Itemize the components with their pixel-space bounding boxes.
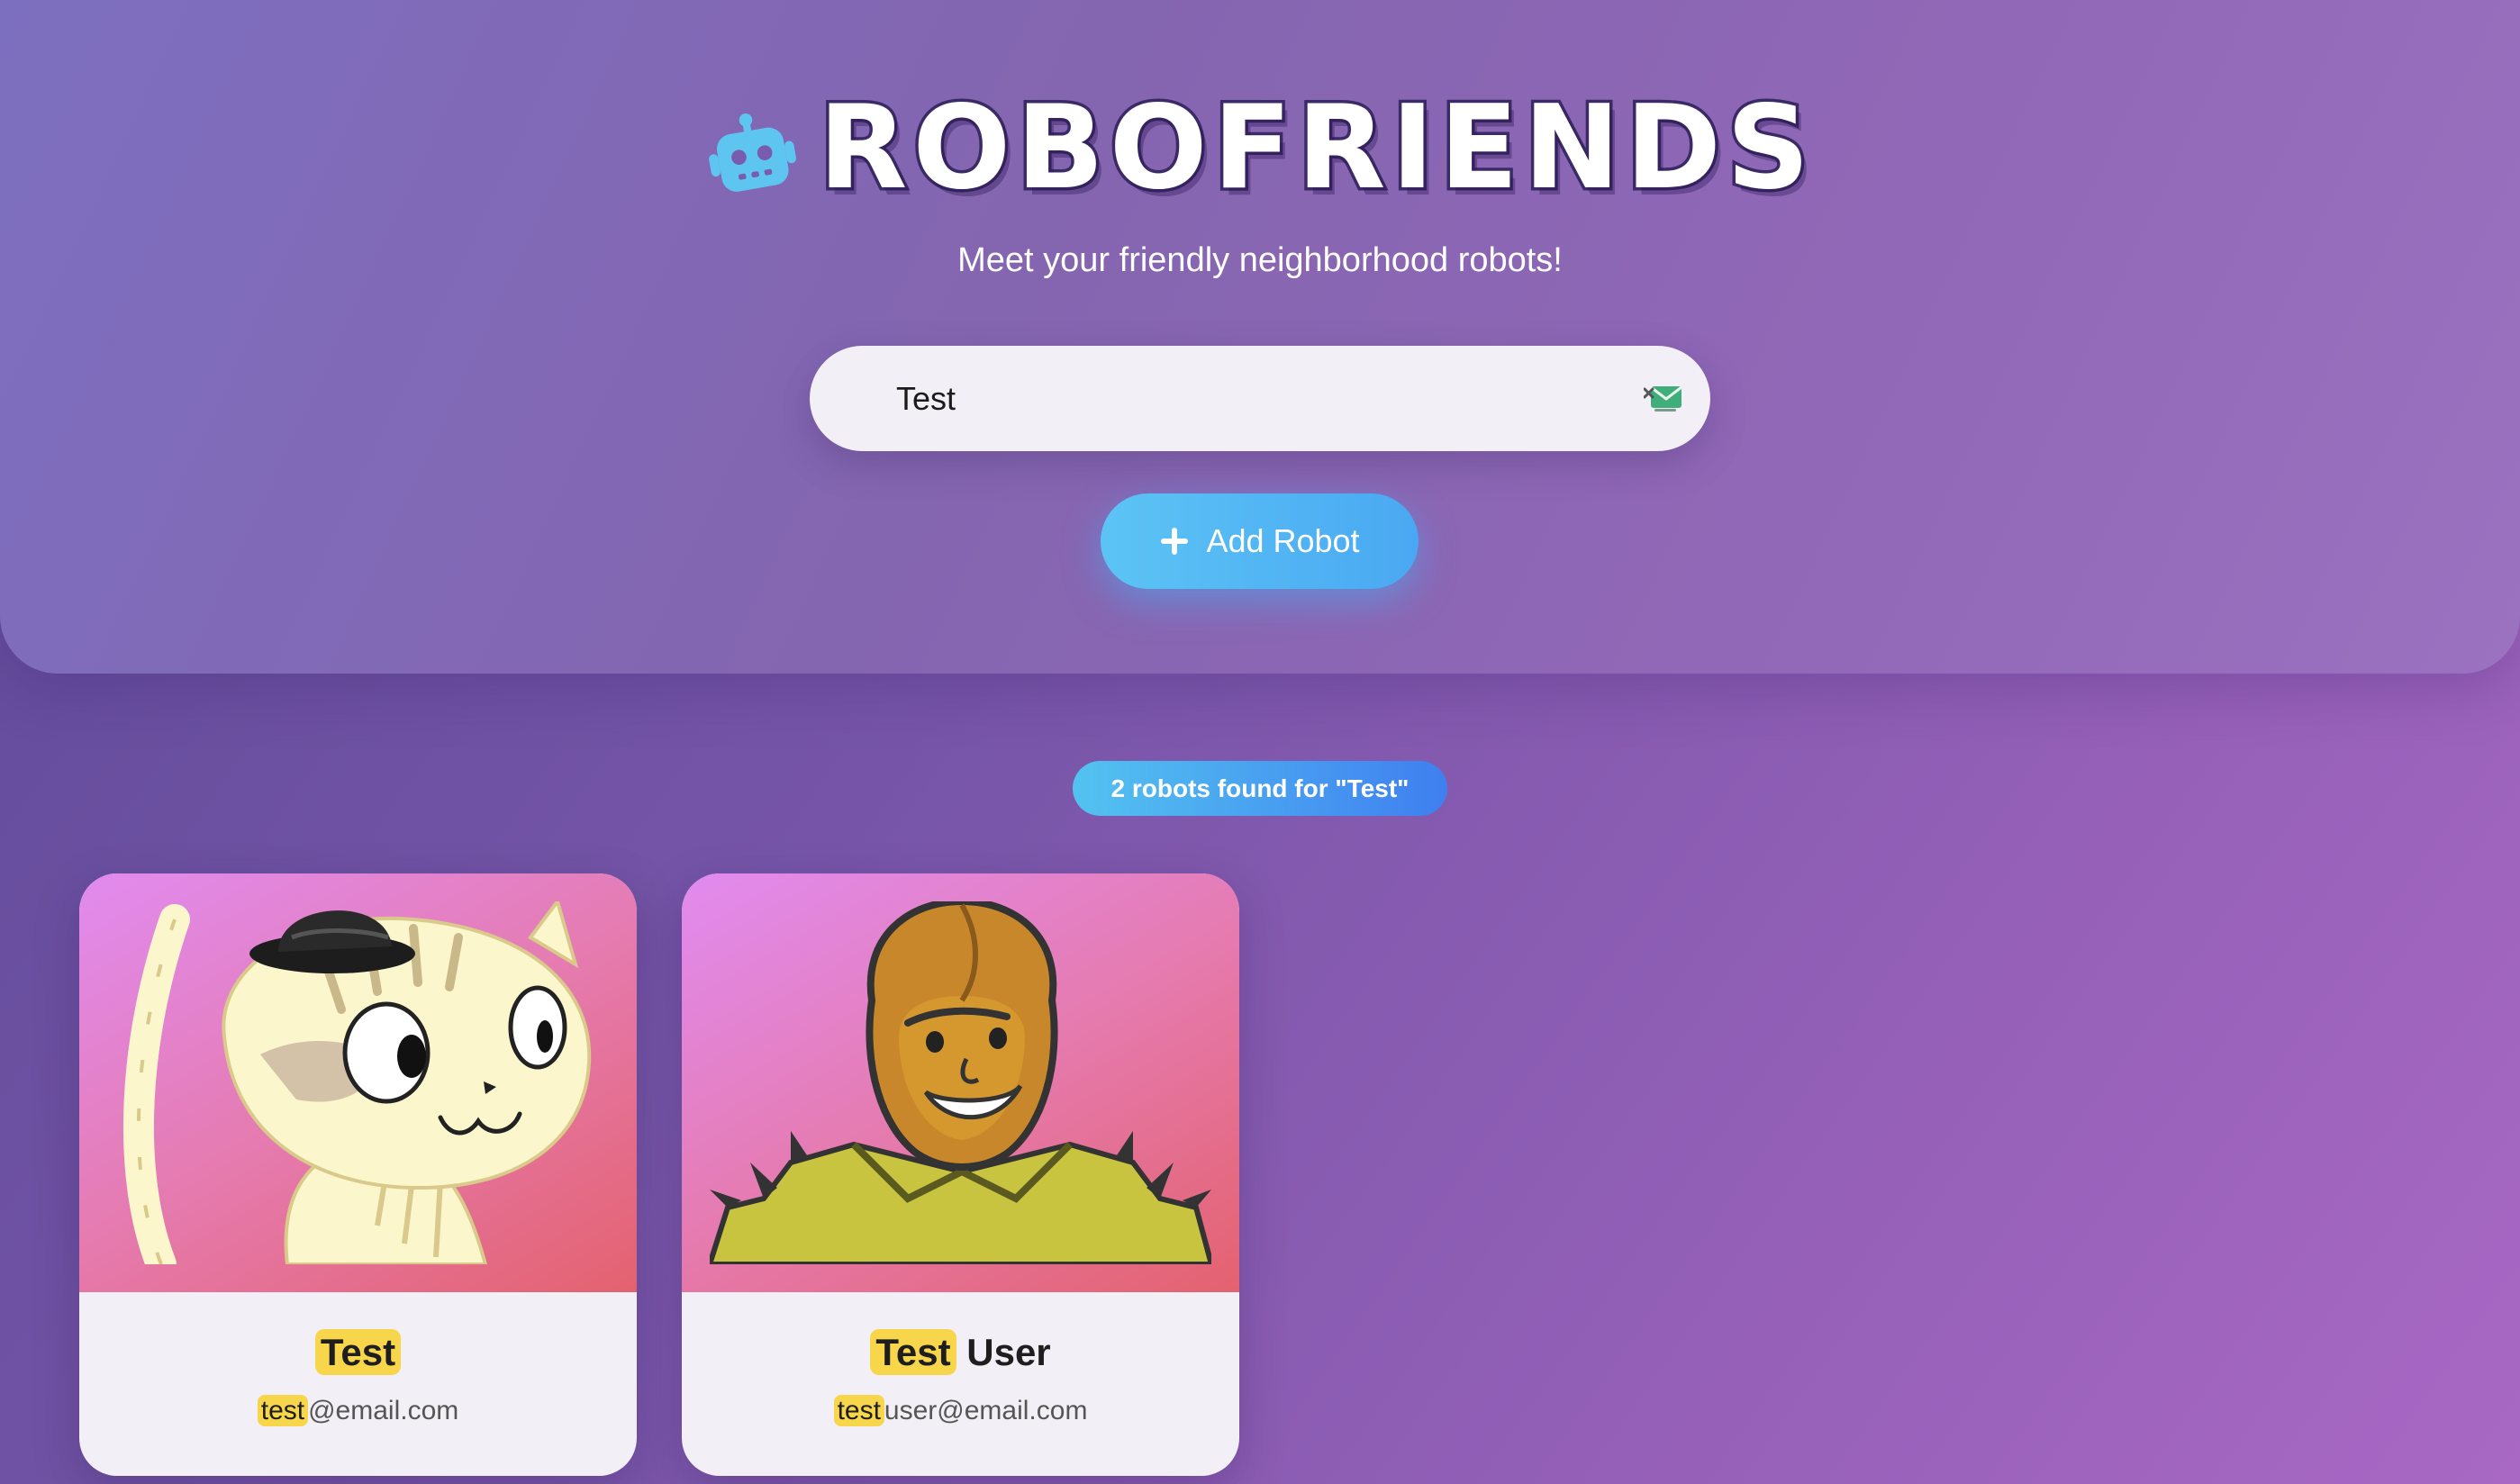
- robot-avatar: [79, 873, 637, 1292]
- robot-card[interactable]: Test User test user@email.com: [682, 873, 1239, 1476]
- email-highlight: test: [257, 1395, 309, 1426]
- title-row: ROBOFRIENDS: [0, 86, 2520, 212]
- robot-name: Test: [79, 1329, 637, 1375]
- robot-email: test user@email.com: [682, 1395, 1239, 1426]
- results-count-badge: 2 robots found for "Test": [1073, 761, 1447, 816]
- email-highlight: test: [833, 1395, 884, 1426]
- plus-icon: [1161, 528, 1189, 555]
- robot-card[interactable]: Test test @email.com: [79, 873, 637, 1476]
- robot-name: Test User: [682, 1329, 1239, 1375]
- cat-avatar-image: [123, 901, 592, 1264]
- name-highlight: Test: [870, 1329, 956, 1375]
- search-input[interactable]: [896, 346, 1527, 451]
- email-rest: user@email.com: [884, 1396, 1088, 1425]
- add-robot-label: Add Robot: [1206, 522, 1360, 559]
- robot-avatar: [682, 873, 1239, 1292]
- search-box[interactable]: [810, 346, 1710, 451]
- robot-email: test @email.com: [79, 1395, 637, 1426]
- email-rest: @email.com: [308, 1396, 459, 1425]
- robot-avatar-image: [710, 901, 1211, 1264]
- name-rest: User: [966, 1331, 1051, 1373]
- robot-icon: [708, 113, 796, 192]
- name-highlight: Test: [314, 1329, 402, 1375]
- add-robot-button[interactable]: Add Robot: [1101, 493, 1419, 589]
- app-subtitle: Meet your friendly neighborhood robots!: [957, 241, 1563, 279]
- mail-autofill-icon[interactable]: [1644, 384, 1683, 414]
- header: ROBOFRIENDS Meet your friendly neighborh…: [0, 0, 2520, 674]
- app-title: ROBOFRIENDS: [815, 81, 1816, 215]
